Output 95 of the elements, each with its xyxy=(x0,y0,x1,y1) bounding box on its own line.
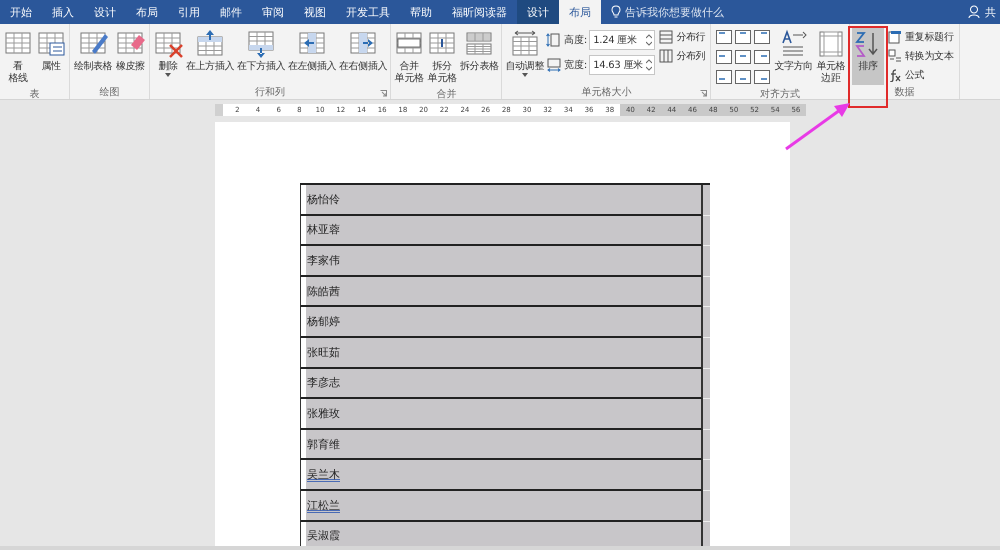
align-button[interactable] xyxy=(734,49,752,65)
dialog-launcher-icon[interactable] xyxy=(700,90,708,97)
ribbon-button[interactable]: 属性 xyxy=(35,27,67,85)
group-label: 行和列 xyxy=(255,86,286,99)
table-cell[interactable]: 陈皓茜 xyxy=(300,276,703,308)
ribbon-tab[interactable]: 布局 xyxy=(559,0,601,24)
align-icon xyxy=(716,70,732,84)
table-cell[interactable]: 吴淑霞 xyxy=(300,522,703,546)
ribbon-button[interactable]: 自动调整 xyxy=(504,27,545,85)
table-cell[interactable]: 江松兰 xyxy=(300,490,703,522)
align-icon xyxy=(734,50,751,64)
align-icon xyxy=(754,50,770,64)
input-field[interactable]: 1.24 厘米 xyxy=(589,30,656,50)
table-cell[interactable]: 李家伟 xyxy=(300,246,703,277)
group-label: 数据 xyxy=(894,86,914,99)
group-label: 绘图 xyxy=(100,86,120,99)
table-cell[interactable]: 郭育维 xyxy=(300,430,703,460)
ribbon-button[interactable]: 在下方插入 xyxy=(236,27,286,85)
ribbon-tab[interactable]: 引用 xyxy=(168,0,210,24)
spinner-icon xyxy=(646,59,652,71)
ribbon-tab[interactable]: 福昕阅读器 xyxy=(442,0,517,24)
group-label: 表 xyxy=(30,88,40,99)
ribbon-tab[interactable]: 布局 xyxy=(126,0,168,24)
ribbon-tab[interactable]: 邮件 xyxy=(210,0,252,24)
formula-icon xyxy=(888,68,902,82)
ribbon-button[interactable]: 删除 xyxy=(152,27,184,85)
ribbon-small-button[interactable]: 分布列 xyxy=(656,47,708,65)
align-button[interactable] xyxy=(753,29,770,45)
distribute-columns-icon xyxy=(659,49,674,63)
repeat-header-icon xyxy=(888,30,902,44)
dialog-launcher-icon[interactable] xyxy=(380,90,388,97)
tell-me-field[interactable]: 告诉我你想要做什么 xyxy=(625,4,724,20)
ribbon-tab[interactable]: 帮助 xyxy=(400,0,442,24)
ribbon-tab[interactable]: 视图 xyxy=(294,0,336,24)
caret-icon xyxy=(165,73,171,77)
spinner-icon xyxy=(646,34,652,46)
ribbon-button[interactable]: 绘制表格 xyxy=(72,27,114,85)
ribbon-button[interactable]: 在左侧插入 xyxy=(287,27,338,85)
align-icon xyxy=(734,70,751,84)
group-label: 单元格大小 xyxy=(581,86,632,99)
ribbon-button[interactable]: 在上方插入 xyxy=(185,27,236,85)
ribbon-tab[interactable]: 设计 xyxy=(84,0,126,24)
align-icon xyxy=(754,70,770,84)
align-button[interactable] xyxy=(753,49,770,65)
align-button[interactable] xyxy=(715,49,732,65)
ribbon-tab[interactable]: 开发工具 xyxy=(336,0,400,24)
align-button[interactable] xyxy=(734,29,752,45)
table-cell[interactable]: 杨怡伶 xyxy=(300,185,703,216)
ribbon-small-button[interactable]: 分布行 xyxy=(656,28,708,46)
row-height-icon xyxy=(546,32,562,48)
ribbon-small-button[interactable]: 重复标题行 xyxy=(885,28,957,46)
field-label: 高度: xyxy=(564,34,588,47)
align-icon xyxy=(754,30,770,44)
group-label: 对齐方式 xyxy=(760,88,800,99)
table-cell[interactable]: 李彦志 xyxy=(300,368,703,400)
distribute-rows-icon xyxy=(659,30,674,44)
ribbon-tab[interactable]: 审阅 xyxy=(252,0,294,24)
ribbon-button[interactable]: 单元格 边距 xyxy=(814,27,847,87)
share-button[interactable]: 共 xyxy=(985,4,996,20)
ribbon-button[interactable]: 橡皮擦 xyxy=(114,27,146,85)
ribbon-button[interactable]: 排序 xyxy=(852,27,884,85)
ribbon-tab[interactable]: 设计 xyxy=(517,0,559,24)
column-width-icon xyxy=(546,57,562,73)
lightbulb-icon xyxy=(611,5,621,19)
table-cell[interactable]: 林亚蓉 xyxy=(300,216,703,246)
ribbon-tab[interactable]: 插入 xyxy=(42,0,84,24)
align-button[interactable] xyxy=(715,29,732,45)
ribbon-small-button[interactable]: 公式 xyxy=(885,66,957,84)
table-cell[interactable]: 吴兰木 xyxy=(300,460,703,491)
ribbon-button[interactable]: 在右侧插入 xyxy=(338,27,388,85)
ribbon-button[interactable]: 文字方向 xyxy=(773,27,814,85)
ruler-handle[interactable] xyxy=(215,104,223,116)
pointer-arrow xyxy=(785,103,850,150)
ribbon-button[interactable]: 合并 单元格 xyxy=(393,27,426,87)
align-button[interactable] xyxy=(734,69,752,85)
group-label: 合并 xyxy=(436,88,456,99)
table-cell[interactable]: 杨郁婷 xyxy=(300,307,703,338)
input-field[interactable]: 14.63 厘米 xyxy=(589,55,656,75)
convert-table-icon xyxy=(888,49,902,63)
person-icon xyxy=(968,5,981,19)
align-icon xyxy=(716,30,732,44)
align-icon xyxy=(734,30,751,44)
align-button[interactable] xyxy=(753,69,770,85)
ribbon-button[interactable]: 拆分表格 xyxy=(459,27,500,85)
ribbon-tab[interactable]: 开始 xyxy=(0,0,42,24)
ribbon-button[interactable]: 看 格线 xyxy=(2,27,34,87)
align-icon xyxy=(716,50,732,64)
align-button[interactable] xyxy=(715,69,732,85)
insert-row-below-icon xyxy=(246,29,276,59)
table-cell[interactable]: 张雅玫 xyxy=(300,399,703,430)
field-label: 宽度: xyxy=(564,58,588,72)
caret-icon xyxy=(522,73,528,77)
ribbon-small-button[interactable]: 转换为文本 xyxy=(885,47,957,65)
table-cell[interactable]: 张旺茹 xyxy=(300,338,703,369)
ribbon-button[interactable]: 拆分 单元格 xyxy=(426,27,458,87)
